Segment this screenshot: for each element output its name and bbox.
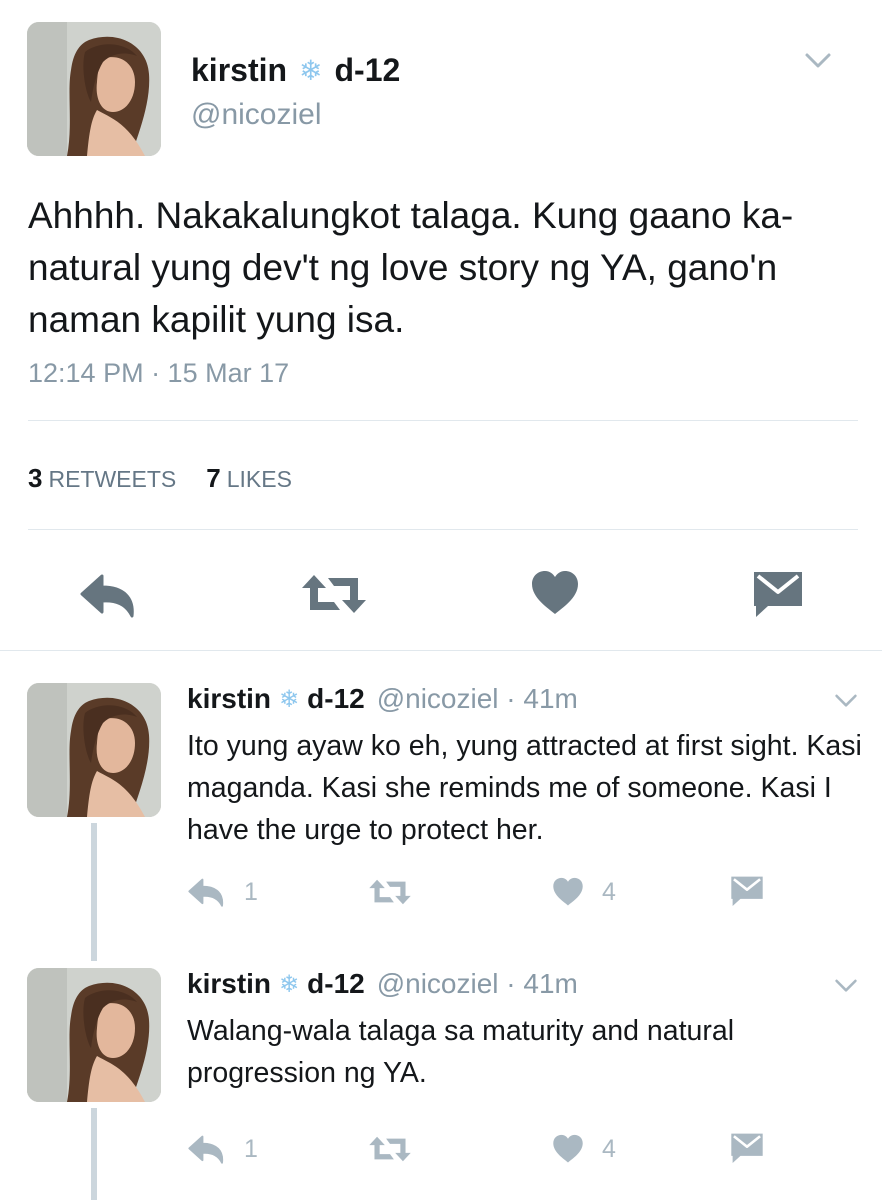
avatar[interactable] bbox=[27, 683, 161, 817]
heart-icon[interactable] bbox=[552, 877, 584, 907]
likes-stat[interactable]: 7 LIKES bbox=[206, 463, 292, 494]
display-name-first: kirstin bbox=[187, 683, 272, 714]
display-name-first: kirstin bbox=[191, 52, 288, 88]
display-name-last: d-12 bbox=[334, 52, 401, 88]
avatar-image bbox=[27, 22, 161, 156]
avatar-image bbox=[27, 968, 161, 1102]
reply-icon[interactable] bbox=[188, 1134, 226, 1164]
reply-text: Walang-wala talaga sa maturity and natur… bbox=[187, 1015, 735, 1089]
display-name-last: d-12 bbox=[307, 683, 365, 714]
avatar[interactable] bbox=[27, 22, 161, 156]
reply-header[interactable]: kirstin ❄ d-12 @nicoziel · 41m bbox=[187, 968, 578, 1000]
snowflake-icon: ❄ bbox=[279, 685, 300, 713]
reply-tweet[interactable]: kirstin ❄ d-12 @nicoziel · 41m Walang-wa… bbox=[0, 936, 882, 1200]
snowflake-icon: ❄ bbox=[279, 970, 300, 998]
likes-count: 7 bbox=[206, 463, 221, 493]
main-tweet: kirstin ❄ d-12 @nicoziel Ahhhh. Nakakalu… bbox=[0, 0, 882, 650]
display-name[interactable]: kirstin ❄ d-12 bbox=[191, 52, 400, 89]
reply-header[interactable]: kirstin ❄ d-12 @nicoziel · 41m bbox=[187, 683, 578, 715]
direct-message-icon[interactable] bbox=[752, 570, 804, 618]
reply-icon[interactable] bbox=[80, 572, 138, 618]
direct-message-icon[interactable] bbox=[730, 1132, 764, 1164]
reply-actions: 1 4 bbox=[0, 1130, 882, 1170]
retweet-icon[interactable] bbox=[368, 1134, 412, 1164]
handle-and-time: @nicoziel · 41m bbox=[376, 968, 578, 999]
retweet-icon[interactable] bbox=[368, 877, 412, 907]
heart-icon[interactable] bbox=[552, 1134, 584, 1164]
chevron-down-icon[interactable] bbox=[834, 693, 858, 709]
like-count: 4 bbox=[602, 1135, 616, 1163]
divider bbox=[28, 529, 858, 530]
direct-message-icon[interactable] bbox=[730, 875, 764, 907]
reply-actions: 1 4 bbox=[0, 873, 882, 913]
avatar[interactable] bbox=[27, 968, 161, 1102]
like-count: 4 bbox=[602, 878, 616, 906]
tweet-stats: 3 RETWEETS 7 LIKES bbox=[28, 463, 292, 494]
heart-icon[interactable] bbox=[530, 570, 580, 616]
retweets-label: RETWEETS bbox=[48, 466, 177, 492]
handle-and-time: @nicoziel · 41m bbox=[376, 683, 578, 714]
reply-count: 1 bbox=[244, 1135, 258, 1163]
retweet-icon[interactable] bbox=[300, 572, 368, 616]
tweet-actions bbox=[0, 560, 882, 630]
reply-count: 1 bbox=[244, 878, 258, 906]
retweets-count: 3 bbox=[28, 463, 43, 493]
reply-tweet[interactable]: kirstin ❄ d-12 @nicoziel · 41m Ito yung … bbox=[0, 651, 882, 961]
reply-icon[interactable] bbox=[188, 877, 226, 907]
tweet-text: Ahhhh. Nakakalungkot talaga. Kung gaano … bbox=[28, 195, 794, 340]
display-name-first: kirstin bbox=[187, 968, 272, 999]
reply-text: Ito yung ayaw ko eh, yung attracted at f… bbox=[187, 730, 862, 846]
user-handle[interactable]: @nicoziel bbox=[191, 98, 322, 132]
retweets-stat[interactable]: 3 RETWEETS bbox=[28, 463, 176, 494]
likes-label: LIKES bbox=[226, 466, 292, 492]
chevron-down-icon[interactable] bbox=[834, 978, 858, 994]
divider bbox=[28, 420, 858, 421]
display-name-last: d-12 bbox=[307, 968, 365, 999]
avatar-image bbox=[27, 683, 161, 817]
chevron-down-icon[interactable] bbox=[804, 52, 832, 70]
tweet-timestamp[interactable]: 12:14 PM · 15 Mar 17 bbox=[28, 358, 289, 389]
snowflake-icon: ❄ bbox=[299, 55, 323, 86]
